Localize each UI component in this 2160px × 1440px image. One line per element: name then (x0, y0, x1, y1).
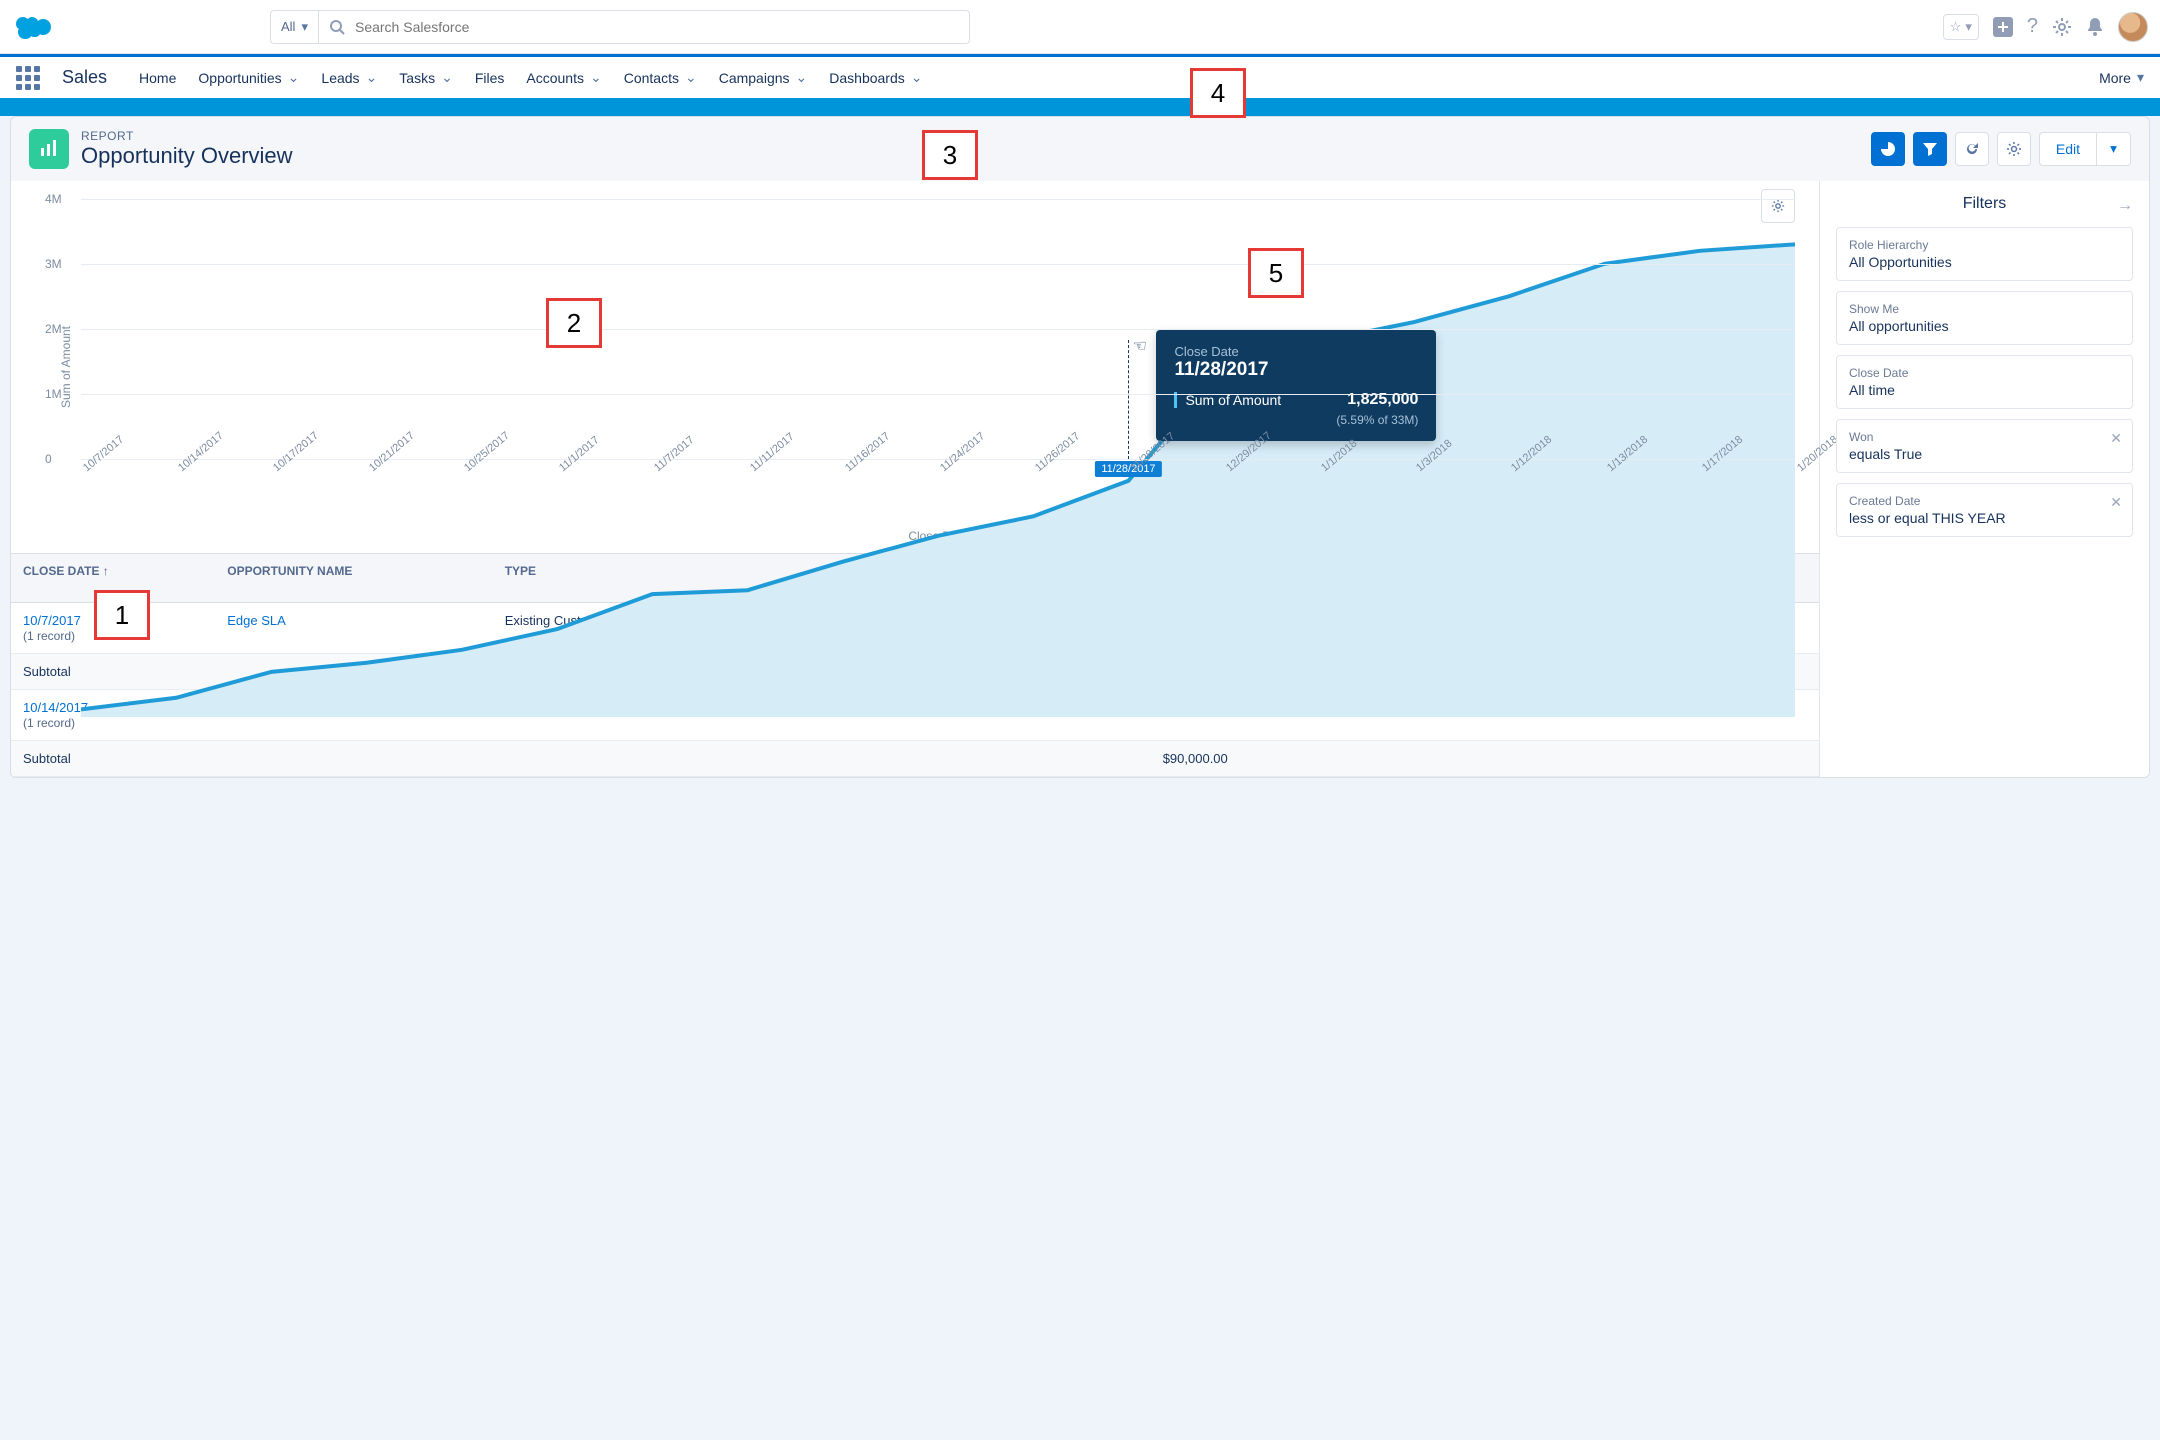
callout-1: 1 (94, 590, 150, 640)
toggle-chart-button[interactable] (1871, 132, 1905, 166)
search-icon (329, 19, 345, 35)
callout-3: 3 (922, 130, 978, 180)
chevron-down-icon: ▾ (2137, 69, 2144, 86)
callout-5: 5 (1248, 248, 1304, 298)
report-chart: Sum of Amount 11/28/2017 ☜ Close Date 11… (11, 181, 1819, 553)
chart-tooltip: Close Date 11/28/2017 Sum of Amount1,825… (1156, 330, 1436, 441)
remove-filter-icon[interactable]: ✕ (2110, 430, 2122, 447)
callout-2: 2 (546, 298, 602, 348)
filter-card[interactable]: Close DateAll time (1836, 355, 2133, 409)
chart-plot[interactable]: 11/28/2017 ☜ Close Date 11/28/2017 Sum o… (81, 199, 1795, 459)
close-date-link[interactable]: 10/14/2017 (23, 700, 88, 715)
nav-accounts[interactable]: Accounts⌄ (526, 69, 601, 86)
toggle-filters-button[interactable] (1913, 132, 1947, 166)
filter-card[interactable]: Created Dateless or equal THIS YEAR✕ (1836, 483, 2133, 537)
nav-opportunities[interactable]: Opportunities⌄ (198, 69, 299, 86)
report-settings-button[interactable] (1997, 132, 2031, 166)
report-icon (29, 129, 69, 169)
app-nav-bar: Sales Home Opportunities⌄ Leads⌄ Tasks⌄ … (0, 54, 2160, 98)
report-container: REPORT Opportunity Overview Edit ▾ Sum o (10, 116, 2150, 778)
page-body: 1 2 3 4 5 REPORT Opportunity Overview Ed… (0, 98, 2160, 1440)
search-input[interactable] (355, 19, 959, 35)
chevron-down-icon: ⌄ (590, 69, 602, 86)
filters-panel: Filters → Role HierarchyAll Opportunitie… (1819, 181, 2149, 777)
star-icon: ☆ (1950, 19, 1962, 35)
nav-campaigns[interactable]: Campaigns⌄ (719, 69, 808, 86)
nav-home[interactable]: Home (139, 70, 176, 86)
nav-tasks[interactable]: Tasks⌄ (399, 69, 453, 86)
help-icon[interactable]: ? (2027, 15, 2038, 38)
nav-more[interactable]: More▾ (2099, 69, 2144, 86)
chevron-down-icon: ▾ (301, 19, 308, 35)
nav-leads[interactable]: Leads⌄ (321, 69, 377, 86)
edit-button[interactable]: Edit (2039, 132, 2097, 166)
report-header: REPORT Opportunity Overview Edit ▾ (11, 117, 2149, 181)
chevron-down-icon: ⌄ (911, 69, 923, 86)
global-header: All ▾ ☆ ▾ ? (0, 0, 2160, 54)
cursor-hand-icon: ☜ (1132, 336, 1146, 356)
app-name: Sales (62, 67, 107, 88)
report-title: Opportunity Overview (81, 143, 293, 169)
refresh-button[interactable] (1955, 132, 1989, 166)
notifications-bell-icon[interactable] (2086, 17, 2104, 37)
close-date-link[interactable]: 10/7/2017 (23, 613, 81, 628)
nav-dashboards[interactable]: Dashboards⌄ (829, 69, 922, 86)
user-avatar[interactable] (2118, 12, 2148, 42)
salesforce-logo (12, 11, 60, 43)
collapse-filters-icon[interactable]: → (2117, 197, 2133, 215)
nav-contacts[interactable]: Contacts⌄ (624, 69, 697, 86)
search-scope-label: All (281, 19, 295, 34)
subtotal-row: Subtotal$90,000.00 (11, 741, 1819, 777)
chevron-down-icon: ⌄ (685, 69, 697, 86)
app-launcher-icon[interactable] (16, 66, 40, 90)
callout-4: 4 (1190, 68, 1246, 118)
filter-card[interactable]: Show MeAll opportunities (1836, 291, 2133, 345)
edit-menu-button[interactable]: ▾ (2097, 132, 2131, 166)
add-button[interactable] (1993, 17, 2013, 37)
nav-files[interactable]: Files (475, 70, 505, 86)
filter-card[interactable]: Wonequals True✕ (1836, 419, 2133, 473)
filters-title: Filters (1963, 195, 2007, 212)
filter-card[interactable]: Role HierarchyAll Opportunities (1836, 227, 2133, 281)
search-scope-dropdown[interactable]: All ▾ (270, 10, 319, 44)
chevron-down-icon: ⌄ (366, 69, 378, 86)
remove-filter-icon[interactable]: ✕ (2110, 494, 2122, 511)
chevron-down-icon: ⌄ (796, 69, 808, 86)
global-search[interactable] (319, 10, 970, 44)
object-label: REPORT (81, 129, 293, 143)
setup-gear-icon[interactable] (2052, 17, 2072, 37)
favorites-button[interactable]: ☆ ▾ (1943, 14, 1979, 40)
chevron-down-icon: ⌄ (288, 69, 300, 86)
chevron-down-icon: ⌄ (441, 69, 453, 86)
chevron-down-icon: ▾ (1965, 19, 1972, 35)
